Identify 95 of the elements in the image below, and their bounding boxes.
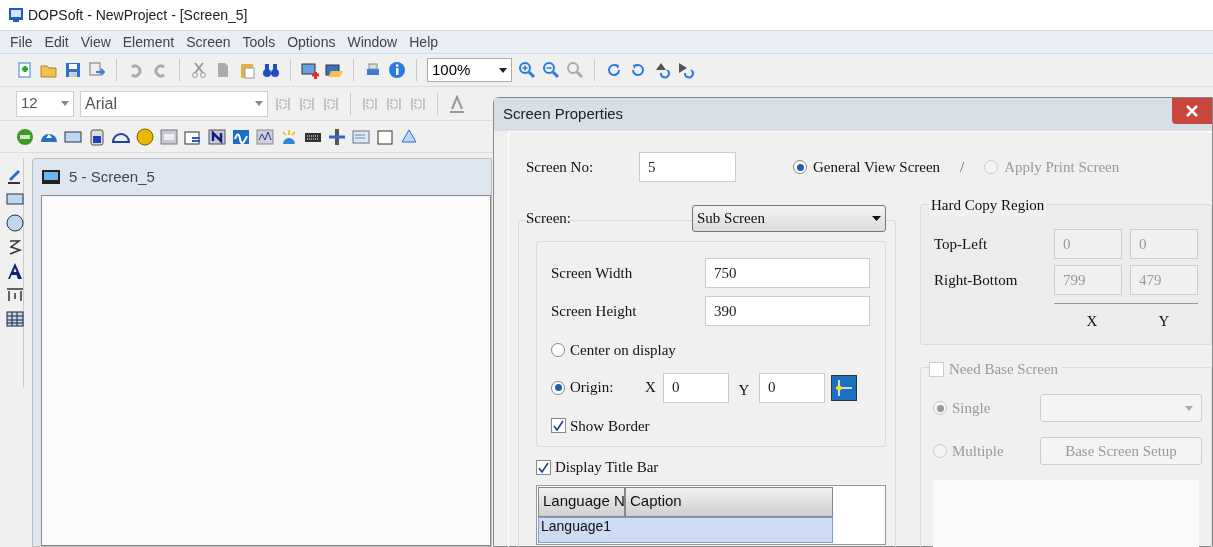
wave-chart-icon[interactable] [232,127,250,146]
field-label: Screen No: [526,157,595,177]
field-label: Screen Height [551,301,638,321]
radio-label: Multiple [952,441,1005,461]
checkbox[interactable] [536,459,551,475]
checkbox-label: Display Title Bar [555,458,659,477]
zoom-dropdown[interactable]: 100% [427,58,512,82]
checkbox[interactable] [551,418,566,434]
paste-icon[interactable] [238,61,256,79]
zoom-in-icon[interactable] [518,61,536,79]
checkbox-label: Need Base Screen [949,360,1059,379]
close-button[interactable] [1172,98,1212,124]
input-field[interactable]: 5 [639,152,736,182]
input-field[interactable]: 750 [705,258,870,288]
menu-item[interactable]: File [4,31,39,53]
line-chart-icon[interactable] [256,127,274,146]
column-header[interactable]: Caption [625,486,833,517]
zoom-icon[interactable] [566,61,584,79]
dialog-title: Screen Properties [503,104,624,125]
crosshair-icon [835,378,853,397]
checkbox-label: Show Border [570,416,650,436]
binoculars-icon[interactable] [262,61,280,79]
radio-button[interactable] [551,380,565,395]
input-field[interactable]: 0 [759,372,825,403]
rectangle-tool-icon[interactable] [5,190,24,208]
flip-horizontal-icon[interactable] [677,61,695,79]
menu-item[interactable]: Options [281,31,342,53]
level-meter-icon[interactable] [88,127,106,146]
menu-item[interactable]: View [74,31,117,53]
axis-label: Y [1157,312,1171,331]
export-icon[interactable] [88,61,106,79]
rotate-right-icon[interactable] [605,61,623,79]
caret-icon [255,101,263,106]
axis-label: X [645,378,657,398]
table-cell: Language1 [541,517,612,534]
field-label: Right-Bottom [934,270,1019,290]
font-color-icon[interactable] [448,94,466,113]
app-icon [8,7,24,23]
input-field[interactable]: 390 [705,296,870,326]
field-label: Top-Left [934,234,989,254]
radio-label: General View Screen [813,157,941,177]
axis-label: Y [737,381,751,401]
menu-item[interactable]: Window [341,31,404,53]
screen-icon [41,169,61,185]
font-dropdown[interactable]: Arial [80,90,268,117]
caret-icon [61,101,69,106]
menu-item[interactable]: Screen [180,31,237,53]
radio-label: Origin: [570,378,615,398]
menu-item[interactable]: Tools [236,31,282,53]
new-file-icon[interactable] [16,61,34,79]
radio-label: Center on display [570,341,676,360]
table-row[interactable]: Language1 [538,516,833,543]
scale-tool-icon[interactable] [5,286,24,304]
add-screen-icon[interactable] [301,61,319,79]
alarm-light-icon[interactable] [280,127,298,146]
menu-item[interactable]: Help [403,31,445,53]
window-title: DOPSoft - NewProject - [Screen_5] [28,5,248,25]
numeric-display-icon[interactable] [160,127,178,146]
document-tab-title[interactable]: 5 - Screen_5 [69,165,155,189]
on-button-icon[interactable] [16,127,34,146]
info-icon[interactable] [388,61,406,79]
radio-button[interactable] [793,160,807,174]
close-icon [1186,105,1198,117]
field-label: Screen Width [551,263,634,283]
table-tool-icon[interactable] [5,310,24,328]
menu-item[interactable]: Element [116,31,181,53]
axis-label: X [1085,312,1099,331]
text-tool-icon[interactable] [5,262,24,280]
shape-icon[interactable] [400,127,418,146]
flip-vertical-icon[interactable] [653,61,671,79]
rotate-left-icon[interactable] [629,61,647,79]
column-header[interactable]: Language N [538,486,625,517]
caret-icon [499,67,507,73]
open-screen-icon[interactable] [325,61,343,79]
screen-type-dropdown[interactable]: Sub Screen [692,204,886,232]
save-icon[interactable] [64,61,82,79]
slider-icon[interactable] [328,127,346,146]
list-icon[interactable] [352,127,370,146]
menu-item[interactable]: Edit [38,31,75,53]
caret-icon [1185,405,1193,411]
position-picker-button[interactable] [831,374,857,401]
n-box-icon[interactable] [208,127,226,146]
caret-icon [872,215,881,221]
radio-button[interactable] [551,343,565,358]
xyz-box-icon[interactable] [376,127,394,146]
lamp-icon[interactable] [136,127,154,146]
radio-label: Single [952,398,992,418]
radio-label: Apply Print Screen [1004,157,1120,177]
zoom-out-icon[interactable] [542,61,560,79]
cut-icon[interactable] [190,61,208,79]
font-size-dropdown[interactable]: 12 [16,90,74,117]
field-label: Screen: [526,208,571,228]
input-field[interactable]: 0 [663,372,729,403]
separator-text: / [960,157,965,177]
circle-tool-icon[interactable] [5,214,24,232]
